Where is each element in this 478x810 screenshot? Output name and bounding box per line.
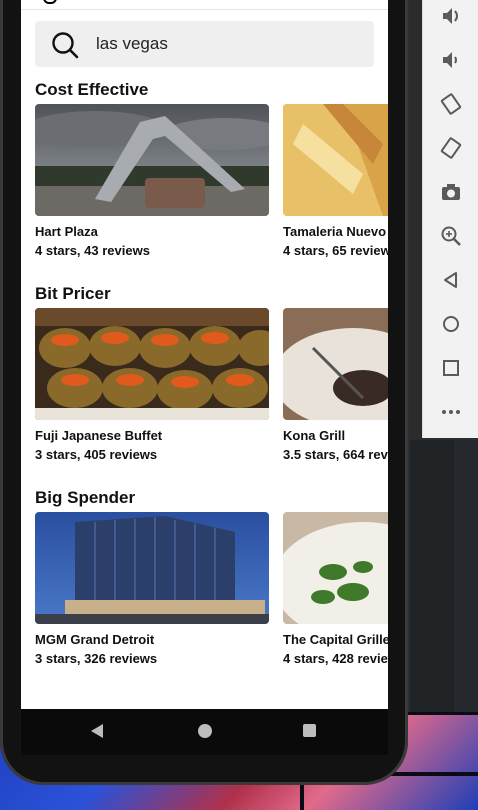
section-title-big-spender: Big Spender [35, 488, 136, 507]
business-card[interactable]: MGM Grand Detroit 3 stars, 326 reviews [35, 512, 269, 666]
emulator-toolbar [422, 0, 478, 438]
home-icon[interactable] [198, 724, 212, 738]
business-card[interactable]: Kona Grill 3.5 stars, 664 revi [283, 308, 388, 462]
casino-building-photo [35, 512, 269, 624]
overview-icon[interactable] [440, 357, 462, 379]
business-name: Fuji Japanese Buffet [35, 428, 163, 443]
rotate-right-icon[interactable] [440, 137, 462, 159]
back-icon[interactable] [440, 269, 462, 291]
search-icon [52, 32, 79, 59]
section-title-bit-pricer: Bit Pricer [35, 284, 111, 303]
tamale-photo [283, 104, 388, 216]
business-name: MGM Grand Detroit [35, 632, 155, 647]
zoom-icon[interactable] [440, 225, 462, 247]
business-card[interactable]: Hart Plaza 4 stars, 43 reviews [35, 104, 269, 258]
business-name: Tamaleria Nuevo L [283, 224, 388, 239]
overview-icon[interactable] [303, 724, 316, 737]
volume-up-icon[interactable] [440, 5, 462, 27]
more-icon[interactable] [440, 401, 462, 423]
code-editor-strip [410, 0, 422, 440]
business-rating: 4 stars, 43 reviews [35, 243, 150, 258]
business-name: Hart Plaza [35, 224, 98, 239]
business-name: The Capital Grille [283, 632, 388, 647]
android-nav-bar [21, 709, 388, 755]
ide-panel [410, 440, 478, 720]
plaza-sculpture-photo [35, 104, 269, 216]
search-field[interactable]: las vegas [35, 21, 374, 67]
business-rating: 4 stars, 428 review [283, 651, 388, 666]
camera-icon[interactable] [440, 181, 462, 203]
business-card[interactable]: Tamaleria Nuevo L 4 stars, 65 reviews [283, 104, 388, 258]
search-input[interactable]: las vegas [96, 34, 168, 54]
business-rating: 3.5 stars, 664 revi [283, 447, 388, 462]
business-rating: 3 stars, 405 reviews [35, 447, 158, 462]
business-rating: 3 stars, 326 reviews [35, 651, 158, 666]
home-icon[interactable] [440, 313, 462, 335]
back-icon[interactable] [91, 724, 103, 738]
salad-plate-photo [283, 512, 388, 624]
volume-down-icon[interactable] [440, 49, 462, 71]
rotate-left-icon[interactable] [440, 93, 462, 115]
plated-dish-photo [283, 308, 388, 420]
sushi-roll-photo [35, 308, 269, 420]
section-title-cost-effective: Cost Effective [35, 80, 149, 99]
business-name: Kona Grill [283, 428, 346, 443]
business-card[interactable]: The Capital Grille 4 stars, 428 review [283, 512, 388, 666]
business-card[interactable]: Fuji Japanese Buffet 3 stars, 405 review… [35, 308, 269, 462]
app-screen: las vegas Cost Effective Hart Plaza 4 st… [21, 0, 388, 709]
business-rating: 4 stars, 65 reviews [283, 243, 388, 258]
app-header-edge [21, 0, 388, 10]
